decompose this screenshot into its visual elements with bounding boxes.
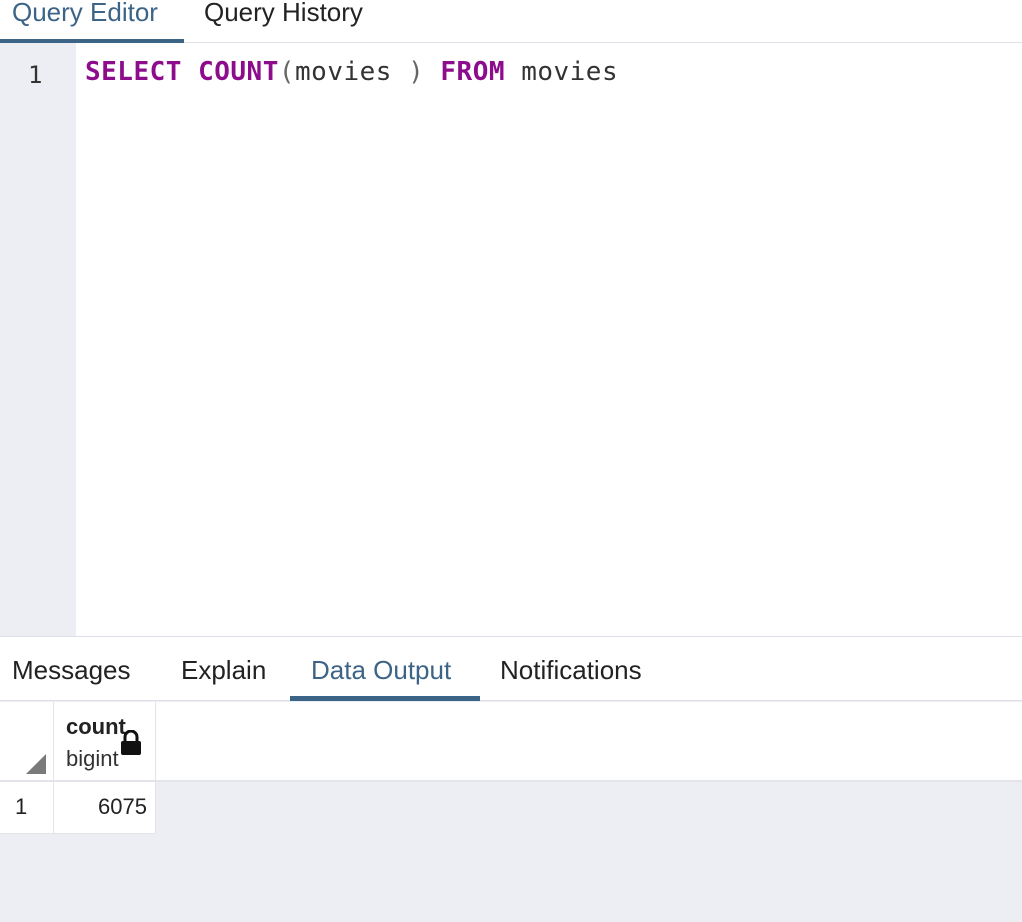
column-header-count[interactable]: count bigint [54,702,156,782]
tab-notifications[interactable]: Notifications [500,655,642,686]
cell-value: 6075 [98,794,147,819]
tab-query-editor[interactable]: Query Editor [12,0,158,43]
paren-open: ( [278,57,296,87]
select-all-icon [26,754,46,774]
function-count: COUNT [198,57,279,87]
paren-close: ) [391,57,425,87]
tab-data-output-label: Data Output [311,655,452,685]
tab-query-editor-label: Query Editor [12,0,158,27]
table-cell[interactable]: 6075 [54,782,155,833]
data-grid: count bigint 1 6075 [0,702,1022,922]
select-all-cell[interactable] [0,702,54,782]
tab-query-history-label: Query History [204,0,363,27]
column-type: bigint [66,746,119,771]
tab-messages-label: Messages [12,655,131,685]
line-number-gutter: 1 [0,43,76,636]
grid-header: count bigint [0,702,1022,782]
tab-messages[interactable]: Messages [12,655,131,686]
column-name: count [66,714,126,739]
table-name: movies [521,57,619,87]
tab-data-output-underline [290,696,480,701]
row-number-cell[interactable]: 1 [0,782,54,833]
tab-query-history[interactable]: Query History [204,0,363,43]
count-argument: movies [295,57,392,87]
tab-data-output[interactable]: Data Output [311,655,451,686]
code-line[interactable]: SELECT COUNT(movies ) FROM movies [85,57,618,87]
tab-notifications-label: Notifications [500,655,642,685]
lock-icon [121,730,141,755]
keyword-from: FROM [440,57,506,87]
keyword-select: SELECT [85,57,182,87]
results-tabbar: Messages Explain Data Output Notificatio… [0,637,1022,701]
editor-tabbar: Query Editor Query History [0,0,1022,43]
results-panel: Messages Explain Data Output Notificatio… [0,636,1022,922]
table-row[interactable]: 1 6075 [0,782,156,834]
line-number: 1 [28,61,43,89]
tab-explain[interactable]: Explain [181,655,266,686]
row-number: 1 [15,794,28,819]
sql-editor[interactable]: 1 SELECT COUNT(movies ) FROM movies [0,43,1022,636]
tab-explain-label: Explain [181,655,267,685]
